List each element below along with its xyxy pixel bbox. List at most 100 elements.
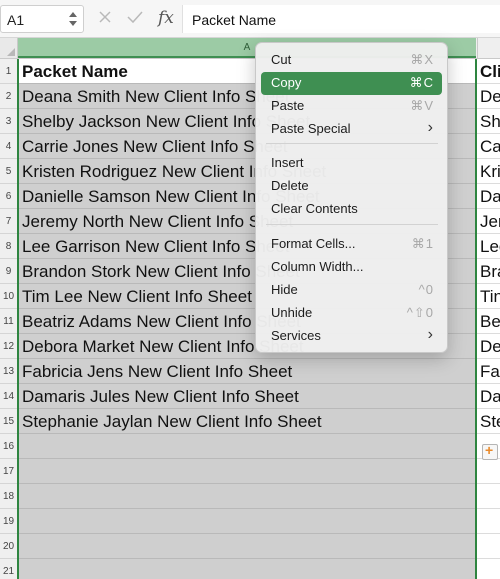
cancel-x-icon[interactable] [98,10,112,29]
cell-b[interactable] [477,534,500,559]
cell-b[interactable]: Cli [477,59,500,84]
menu-item-shortcut: ^0 [418,282,434,297]
menu-item-shortcut: ^⇧0 [406,305,434,320]
table-row: 15 Stephanie Jaylan New Client Info Sheet… [0,409,500,434]
cell-a[interactable] [18,459,476,484]
menu-item-label: Services [271,328,321,343]
menu-item-insert[interactable]: Insert [261,152,442,175]
table-row: 17 [0,459,500,484]
menu-item-paste-special[interactable]: Paste Special › [261,118,442,141]
menu-item-copy[interactable]: Copy ⌘C [261,72,442,95]
row-header[interactable]: 8 [0,234,18,259]
row-header[interactable]: 21 [0,559,18,579]
cell-b[interactable]: De [477,334,500,359]
row-header[interactable]: 4 [0,134,18,159]
cell-b[interactable]: She [477,109,500,134]
cell-b[interactable] [477,484,500,509]
confirm-check-icon[interactable] [127,10,143,29]
name-box[interactable]: A1 [0,5,84,33]
table-row: 16 [0,434,500,459]
table-row: 21 [0,559,500,579]
row-header[interactable]: 1 [0,59,18,84]
menu-item-label: Copy [271,75,302,90]
cell-a[interactable]: Fabricia Jens New Client Info Sheet [18,359,476,384]
row-header[interactable]: 18 [0,484,18,509]
menu-item-services[interactable]: Services › [261,325,442,348]
table-row: 20 [0,534,500,559]
cell-b[interactable]: Tin [477,284,500,309]
row-header[interactable]: 11 [0,309,18,334]
menu-item-hide[interactable]: Hide ^0 [261,279,442,302]
menu-item-column-width[interactable]: Column Width... [261,256,442,279]
table-row: 13Fabricia Jens New Client Info SheetFal [0,359,500,384]
menu-item-label: Unhide [271,305,313,320]
menu-item-delete[interactable]: Delete [261,175,442,198]
row-header[interactable]: 19 [0,509,18,534]
cell-a[interactable] [18,509,476,534]
row-header[interactable]: 9 [0,259,18,284]
menu-item-clear-contents[interactable]: Clear Contents [261,198,442,221]
row-header[interactable]: 5 [0,159,18,184]
menu-item-paste[interactable]: Paste ⌘V [261,95,442,118]
formula-input[interactable]: Packet Name [182,5,500,33]
menu-item-shortcut: ⌘C [409,75,434,90]
row-header[interactable]: 2 [0,84,18,109]
menu-item-label: Paste [271,98,305,113]
menu-item-label: Paste Special [271,121,351,136]
row-header[interactable]: 7 [0,209,18,234]
menu-item-label: Insert [271,155,304,170]
select-all-corner[interactable] [0,38,18,58]
formula-text: Packet Name [192,12,277,28]
cell-a[interactable] [18,534,476,559]
column-header-b[interactable] [477,38,500,58]
cell-b[interactable]: Be [477,309,500,334]
row-header[interactable]: 20 [0,534,18,559]
formula-bar: A1 fx Packet Name [0,0,500,38]
row-header[interactable]: 12 [0,334,18,359]
menu-separator [266,143,438,144]
menu-item-label: Hide [271,282,298,297]
row-header[interactable]: 16 [0,434,18,459]
cell-b[interactable] [477,509,500,534]
cell-a[interactable]: Stephanie Jaylan New Client Info Sheet [18,409,476,434]
row-header[interactable]: 13 [0,359,18,384]
cell-a[interactable] [18,559,476,579]
paste-options-icon[interactable]: + [482,442,498,460]
cell-b[interactable] [477,559,500,579]
table-row: 19 [0,509,500,534]
menu-item-shortcut: ⌘1 [411,236,434,251]
cell-b[interactable]: Fal [477,359,500,384]
menu-item-label: Cut [271,52,292,67]
menu-item-cut[interactable]: Cut ⌘X [261,49,442,72]
menu-separator [266,224,438,225]
row-header[interactable]: 17 [0,459,18,484]
cell-b[interactable]: Ca [477,134,500,159]
menu-item-format-cells[interactable]: Format Cells... ⌘1 [261,233,442,256]
cell-b[interactable]: Ste [477,409,500,434]
row-header[interactable]: 3 [0,109,18,134]
cell-b[interactable] [477,459,500,484]
stepper-icon[interactable] [68,10,78,28]
menu-item-unhide[interactable]: Unhide ^⇧0 [261,302,442,325]
cell-b[interactable]: Da [477,384,500,409]
context-menu: Cut ⌘X Copy ⌘C Paste ⌘V Paste Special › Insert De… [255,42,448,353]
cell-b[interactable]: Jer [477,209,500,234]
chevron-right-icon: › [427,119,433,136]
fx-icon[interactable]: fx [158,8,174,28]
cell-a[interactable] [18,484,476,509]
row-header[interactable]: 10 [0,284,18,309]
cell-a[interactable]: Damaris Jules New Client Info Sheet [18,384,476,409]
cell-b[interactable]: Da [477,184,500,209]
cell-b[interactable]: Lec [477,234,500,259]
row-header[interactable]: 15 [0,409,18,434]
cell-b[interactable]: Bra [477,259,500,284]
cell-b[interactable]: De [477,84,500,109]
cell-b[interactable]: Kri [477,159,500,184]
selection-border-right [475,59,477,579]
row-header[interactable]: 6 [0,184,18,209]
row-header[interactable]: 14 [0,384,18,409]
cell-a[interactable] [18,434,476,459]
menu-item-label: Clear Contents [271,201,358,216]
menu-item-shortcut: ⌘X [410,52,434,67]
table-row: 14 Damaris Jules New Client Info Sheet Da [0,384,500,409]
